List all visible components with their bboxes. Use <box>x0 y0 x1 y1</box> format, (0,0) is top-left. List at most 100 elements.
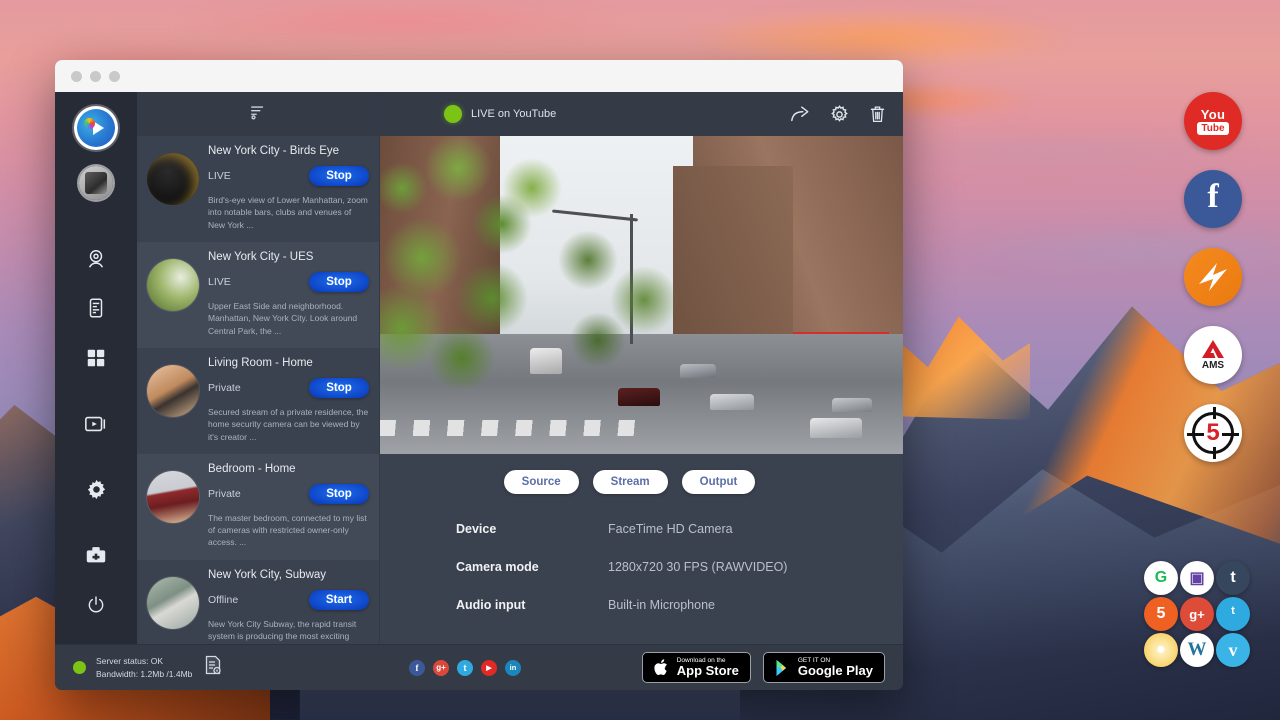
camera-title: New York City - UES <box>208 251 369 263</box>
app-window: New York City - Birds Eye LIVE Stop Bird… <box>55 60 903 690</box>
camera-thumbnail <box>147 471 199 523</box>
camera-state: Private <box>208 488 241 500</box>
camera-action-button[interactable]: Stop <box>309 272 369 292</box>
camera-description: Secured stream of a private residence, t… <box>208 406 369 443</box>
first-aid-kit-icon <box>84 544 108 566</box>
live-indicator-dot <box>444 105 462 123</box>
camera-list-item[interactable]: New York City - UES LIVE Stop Upper East… <box>137 242 379 348</box>
desktop-dock: You Tube f AMS 5 <box>1184 92 1242 462</box>
spec-value: FaceTime HD Camera <box>608 522 733 536</box>
camera-list-item[interactable]: New York City - Birds Eye LIVE Stop Bird… <box>137 136 379 242</box>
footer-icon-facebook[interactable]: f <box>409 660 425 676</box>
camera-list-item[interactable]: Living Room - Home Private Stop Secured … <box>137 348 379 454</box>
camera-description: Upper East Side and neighborhood. Manhat… <box>208 300 369 337</box>
power-icon <box>86 595 106 615</box>
vimeo-glyph: v <box>1229 640 1238 661</box>
adobe-a-icon <box>1200 339 1226 359</box>
status-bar: Server status: OK Bandwidth: 1.2Mb /1.4M… <box>55 644 903 690</box>
detail-toolbar: LIVE on YouTube <box>380 92 903 136</box>
trash-icon[interactable] <box>868 104 887 125</box>
social-grid-item-ustream[interactable]: 5 <box>1144 597 1178 631</box>
livestream-glyph: ● <box>1156 641 1166 659</box>
dock-icon-target-five[interactable]: 5 <box>1184 404 1242 462</box>
bandwidth-line: Bandwidth: 1.2Mb /1.4Mb <box>96 669 192 679</box>
video-crosswalk <box>380 420 643 436</box>
window-close-button[interactable] <box>71 71 82 82</box>
social-grid-item-tumblr[interactable]: t <box>1216 561 1250 595</box>
sidebar-item-media[interactable] <box>71 399 121 449</box>
video-car <box>832 398 872 412</box>
logo-color-wheel <box>84 118 95 129</box>
desktop-social-grid: G ▣ t 5 g+ ᵗ ● W v <box>1143 560 1250 668</box>
camera-thumbnail <box>147 577 199 629</box>
youtube-tube-text: Tube <box>1197 122 1228 135</box>
video-preview[interactable] <box>380 136 903 454</box>
google-play-big: Google Play <box>798 664 873 678</box>
user-avatar[interactable] <box>79 166 113 200</box>
camera-state: Offline <box>208 594 238 606</box>
footer-icon-googleplus[interactable]: g+ <box>433 660 449 676</box>
social-grid-item-vimeo[interactable]: v <box>1216 633 1250 667</box>
spec-value: Built-in Microphone <box>608 598 715 612</box>
spec-row-camera-mode: Camera mode 1280x720 30 FPS (RAWVIDEO) <box>456 560 903 574</box>
window-minimize-button[interactable] <box>90 71 101 82</box>
footer-social-links: f g+ t ▶ in <box>409 660 521 676</box>
camera-state: Private <box>208 382 241 394</box>
camera-state: LIVE <box>208 170 231 182</box>
camera-action-button[interactable]: Stop <box>309 378 369 398</box>
camera-list[interactable]: New York City - Birds Eye LIVE Stop Bird… <box>137 136 379 644</box>
window-maximize-button[interactable] <box>109 71 120 82</box>
sort-filter-icon[interactable] <box>249 103 267 126</box>
social-grid-item-twitch[interactable]: ▣ <box>1180 561 1214 595</box>
spec-label: Audio input <box>456 598 608 612</box>
log-document-icon[interactable] <box>204 655 222 680</box>
camera-action-button[interactable]: Stop <box>309 484 369 504</box>
server-status-group: Server status: OK Bandwidth: 1.2Mb /1.4M… <box>73 655 373 681</box>
dock-icon-youtube[interactable]: You Tube <box>1184 92 1242 150</box>
target-five-glyph: 5 <box>1204 419 1221 447</box>
app-store-badge[interactable]: Download on the App Store <box>642 652 751 683</box>
social-grid-item-livestream[interactable]: ● <box>1144 633 1178 667</box>
social-grid-item-wordpress[interactable]: W <box>1180 633 1214 667</box>
footer-icon-youtube[interactable]: ▶ <box>481 660 497 676</box>
sidebar-item-cameras[interactable] <box>71 234 121 284</box>
tab-stream[interactable]: Stream <box>593 470 668 494</box>
camera-title: New York City - Birds Eye <box>208 145 369 157</box>
sidebar-item-devices[interactable] <box>71 283 121 333</box>
dock-icon-facebook[interactable]: f <box>1184 170 1242 228</box>
detail-toolbar-actions <box>789 104 887 125</box>
social-grid-item-grabyo[interactable]: G <box>1144 561 1178 595</box>
ams-label: AMS <box>1202 360 1224 371</box>
tab-output[interactable]: Output <box>682 470 756 494</box>
sidebar-item-support[interactable] <box>71 530 121 580</box>
social-grid-item-googleplus[interactable]: g+ <box>1180 597 1214 631</box>
camera-description: New York City Subway, the rapid transit … <box>208 618 369 644</box>
share-arrow-icon[interactable] <box>789 104 811 124</box>
app-store-badges: Download on the App Store GET IT ON <box>642 652 885 683</box>
gear-icon[interactable] <box>829 104 850 125</box>
crosshair-icon: 5 <box>1192 412 1234 454</box>
play-logo-icon <box>77 109 115 147</box>
footer-icon-linkedin[interactable]: in <box>505 660 521 676</box>
camera-action-button[interactable]: Start <box>309 590 369 610</box>
tab-source[interactable]: Source <box>504 470 579 494</box>
sidebar-item-grid[interactable] <box>71 333 121 383</box>
camera-thumbnail <box>147 259 199 311</box>
google-play-badge[interactable]: GET IT ON Google Play <box>763 652 885 683</box>
camera-list-item[interactable]: Bedroom - Home Private Stop The master b… <box>137 454 379 560</box>
camera-list-item[interactable]: New York City, Subway Offline Start New … <box>137 560 379 644</box>
live-status-badge: LIVE on YouTube <box>444 105 556 123</box>
sidebar-item-settings[interactable] <box>71 465 121 515</box>
window-titlebar <box>55 60 903 92</box>
server-status-dot <box>73 661 86 674</box>
camera-action-button[interactable]: Stop <box>309 166 369 186</box>
apple-icon <box>654 658 670 677</box>
social-grid-item-twitter[interactable]: ᵗ <box>1216 597 1250 631</box>
app-logo[interactable] <box>74 106 118 150</box>
sidebar-item-power[interactable] <box>71 580 121 630</box>
dock-icon-adobe-ams[interactable]: AMS <box>1184 326 1242 384</box>
dock-icon-wowza[interactable] <box>1184 248 1242 306</box>
footer-icon-twitter[interactable]: t <box>457 660 473 676</box>
server-status-text: Server status: OK Bandwidth: 1.2Mb /1.4M… <box>96 655 192 681</box>
camera-title: New York City, Subway <box>208 569 369 581</box>
